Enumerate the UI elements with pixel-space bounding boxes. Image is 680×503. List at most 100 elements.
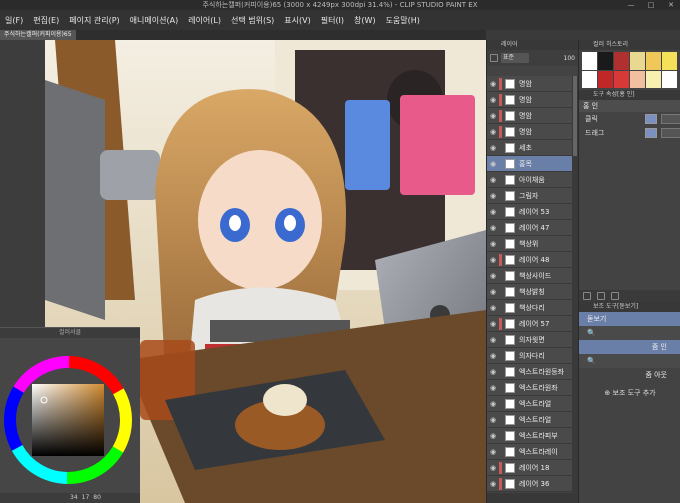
color-swatch[interactable] [662,70,677,88]
visibility-eye-icon[interactable]: ◉ [487,288,499,296]
drag-zoom-out-icon[interactable] [661,128,680,138]
color-swatch[interactable] [646,52,661,70]
opacity-value[interactable]: 100 [564,55,575,62]
menu-item[interactable]: 애니메이션(A) [125,15,184,26]
menu-item[interactable]: 레이어(L) [183,15,226,26]
layer-row[interactable]: ◉ 그림자 [487,188,579,204]
subtool-search[interactable]: 🔍 [579,326,680,340]
menu-item[interactable]: 선택 범위(S) [226,15,279,26]
visibility-eye-icon[interactable]: ◉ [487,320,499,328]
blend-mode-select[interactable]: 표준 [501,53,529,63]
add-subtool-button[interactable]: ⊕ 보조 도구 추가 [579,386,680,400]
wrench-icon[interactable] [583,292,591,300]
layer-row[interactable]: ◉ 책상사이드 [487,268,579,284]
layer-row[interactable]: ◉ 레이어 53 [487,204,579,220]
layer-row[interactable]: ◉ 레이어 36 [487,476,579,492]
visibility-eye-icon[interactable]: ◉ [487,336,499,344]
visibility-eye-icon[interactable]: ◉ [487,304,499,312]
visibility-eye-icon[interactable]: ◉ [487,400,499,408]
menu-item[interactable]: 일(F) [0,15,28,26]
visibility-eye-icon[interactable]: ◉ [487,448,499,456]
visibility-eye-icon[interactable]: ◉ [487,480,499,488]
drag-zoom-in-icon[interactable] [645,128,657,138]
visibility-eye-icon[interactable]: ◉ [487,112,499,120]
visibility-eye-icon[interactable]: ◉ [487,272,499,280]
menu-item[interactable]: 도움말(H) [381,15,425,26]
color-swatch[interactable] [582,70,597,88]
visibility-eye-icon[interactable]: ◉ [487,176,499,184]
layer-row[interactable]: ◉ 엑스트라피부 [487,428,579,444]
layer-row[interactable]: ◉ 엑스트라레이 [487,444,579,460]
layer-row[interactable]: ◉ 책상위 [487,236,579,252]
click-zoom-in-icon[interactable] [645,114,657,124]
layer-row[interactable]: ◉ 책상다리 [487,300,579,316]
visibility-eye-icon[interactable]: ◉ [487,464,499,472]
visibility-eye-icon[interactable]: ◉ [487,224,499,232]
menu-icon[interactable] [611,292,619,300]
color-swatch[interactable] [662,52,677,70]
menu-item[interactable]: 필터(I) [316,15,349,26]
canvas-area[interactable]: 컬러서클 34 17 80 [0,40,486,503]
visibility-eye-icon[interactable]: ◉ [487,96,499,104]
visibility-eye-icon[interactable]: ◉ [487,368,499,376]
layer-row[interactable]: ◉ 명암 [487,92,579,108]
drag-row[interactable]: 드래그 [579,126,680,140]
layer-row[interactable]: ◉ 엑스트라얼 [487,412,579,428]
visibility-eye-icon[interactable]: ◉ [487,416,499,424]
visibility-eye-icon[interactable]: ◉ [487,208,499,216]
color-swatch[interactable] [630,70,645,88]
subtool-zoom-in[interactable]: 줌 인 [579,340,680,354]
close-button[interactable]: ✕ [666,0,676,10]
subtool-search[interactable]: 🔍 [579,354,680,368]
click-zoom-out-icon[interactable] [661,114,680,124]
subtool-group-magnifier[interactable]: 돋보기 [579,312,680,326]
layer-row[interactable]: ◉ 레이어 47 [487,220,579,236]
layer-row[interactable]: ◉ 레이어 18 [487,460,579,476]
reset-icon[interactable] [597,292,605,300]
layer-row[interactable]: ◉ 레이어 57 [487,316,579,332]
visibility-eye-icon[interactable]: ◉ [487,256,499,264]
color-swatch[interactable] [630,52,645,70]
color-swatch[interactable] [614,70,629,88]
color-wheel[interactable] [0,338,140,494]
layer-row[interactable]: ◉ 홍목 [487,156,579,172]
color-swatch[interactable] [598,70,613,88]
menu-item[interactable]: 창(W) [349,15,381,26]
color-swatch[interactable] [614,52,629,70]
visibility-eye-icon[interactable]: ◉ [487,384,499,392]
maximize-button[interactable]: □ [646,0,656,10]
visibility-eye-icon[interactable]: ◉ [487,432,499,440]
color-swatch[interactable] [598,52,613,70]
visibility-eye-icon[interactable]: ◉ [487,192,499,200]
click-row[interactable]: 클릭 [579,112,680,126]
color-swatch[interactable] [646,70,661,88]
menu-item[interactable]: 편집(E) [28,15,64,26]
subtool-zoom-out[interactable]: 줌 아웃 [579,368,680,382]
color-swatch[interactable] [582,52,597,70]
layer-row[interactable]: ◉ 세초 [487,140,579,156]
visibility-eye-icon[interactable]: ◉ [487,128,499,136]
visibility-eye-icon[interactable]: ◉ [487,80,499,88]
visibility-eye-icon[interactable]: ◉ [487,240,499,248]
layer-row[interactable]: ◉ 레이어 48 [487,252,579,268]
layer-row[interactable]: ◉ 엑스트라얼 [487,396,579,412]
layer-row[interactable]: ◉ 명암 [487,108,579,124]
visibility-eye-icon[interactable]: ◉ [487,352,499,360]
layer-row[interactable]: ◉ 의자다리 [487,348,579,364]
document-tab[interactable]: 주식하는캘퍼(커피이용)65 [0,30,76,40]
layer-row[interactable]: ◉ 아이채움 [487,172,579,188]
menu-item[interactable]: 표시(V) [279,15,315,26]
layer-row[interactable]: ◉ 엑스트라원좌 [487,380,579,396]
layer-thumbnail [505,334,515,345]
layer-row[interactable]: ◉ 의자윗면 [487,332,579,348]
visibility-eye-icon[interactable]: ◉ [487,160,499,168]
minimize-button[interactable]: — [626,0,636,10]
layer-settings-icon[interactable] [490,54,498,62]
layer-row[interactable]: ◉ 책상밝칭 [487,284,579,300]
layer-row[interactable]: ◉ 엑스트라원등좌 [487,364,579,380]
visibility-eye-icon[interactable]: ◉ [487,144,499,152]
layer-row[interactable]: ◉ 명암 [487,124,579,140]
menu-item[interactable]: 페이지 관리(P) [64,15,124,26]
layer-row[interactable]: ◉ 명암 [487,76,579,92]
layer-name: 책상다리 [519,303,545,312]
